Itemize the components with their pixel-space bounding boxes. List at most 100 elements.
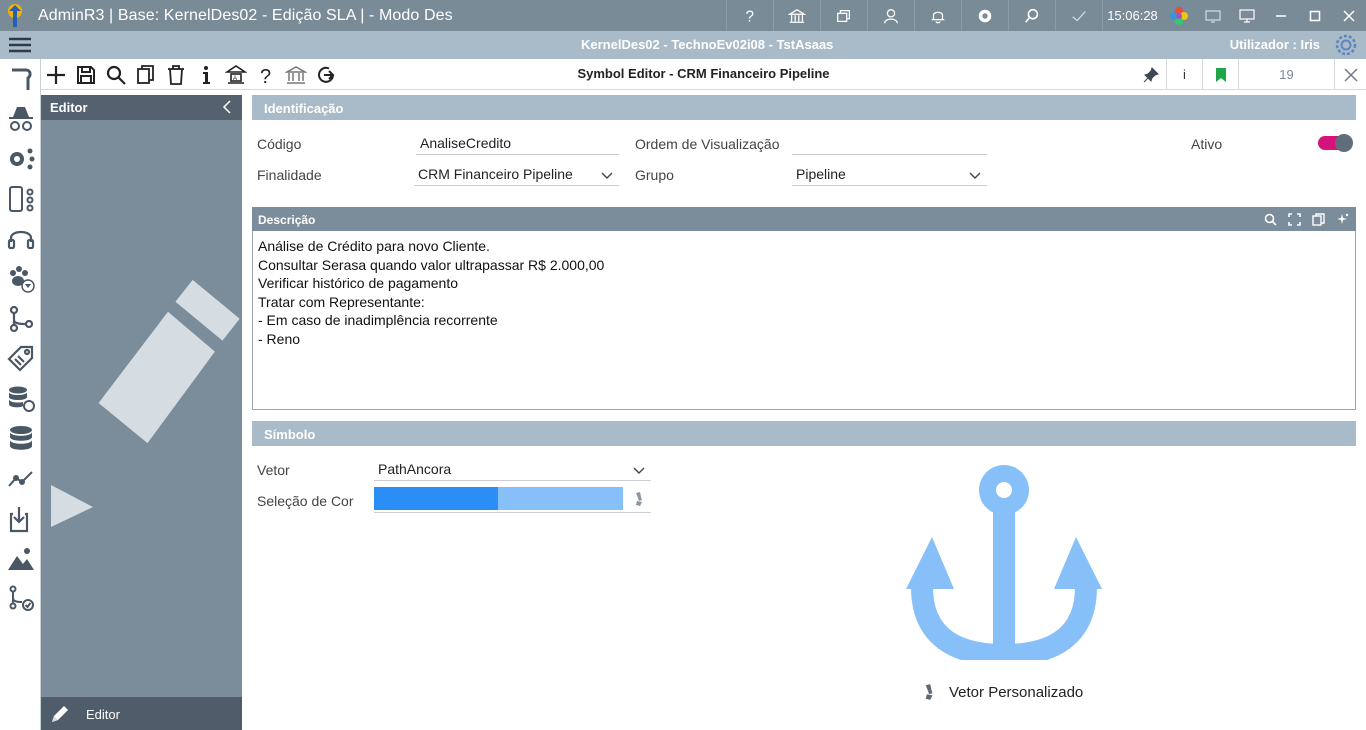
- context-bar: KernelDes02 - TechnoEv02i08 - TstAsaas U…: [0, 31, 1366, 59]
- gears-network-icon[interactable]: [0, 139, 41, 179]
- descricao-line: - Em caso de inadimplência recorrente: [258, 312, 498, 329]
- user-label: Utilizador : Iris: [1229, 37, 1320, 52]
- flow-approve-icon[interactable]: [0, 579, 41, 619]
- grupo-select[interactable]: Pipeline: [792, 162, 987, 186]
- color-wheel-icon[interactable]: [1162, 0, 1196, 31]
- editor-form: Identificação Código AnaliseCredito Orde…: [252, 95, 1356, 730]
- editor-side-panel: Editor Editor: [41, 95, 242, 730]
- color-selector[interactable]: [374, 487, 651, 513]
- bookmark-icon[interactable]: [1202, 59, 1238, 90]
- expand-icon[interactable]: [1286, 211, 1302, 227]
- ordem-label: Ordem de Visualização: [635, 136, 780, 152]
- descricao-line: Análise de Crédito para novo Cliente.: [258, 238, 490, 254]
- chevron-down-icon: [969, 168, 981, 179]
- image-mountain-icon[interactable]: [0, 539, 41, 579]
- custom-vector-button[interactable]: Vetor Personalizado: [919, 683, 1083, 701]
- side-panel-footer-label: Editor: [86, 707, 120, 722]
- mobile-share-icon[interactable]: [0, 179, 41, 219]
- collapse-chevron-icon[interactable]: [222, 100, 232, 114]
- tags-icon[interactable]: [0, 339, 41, 379]
- pipe-module-icon[interactable]: [0, 59, 41, 99]
- bell-icon[interactable]: [914, 0, 961, 31]
- paint-brush-icon[interactable]: [630, 491, 646, 507]
- minimize-button[interactable]: [1264, 0, 1298, 31]
- primary-color-swatch[interactable]: [374, 487, 498, 510]
- custom-vector-label: Vetor Personalizado: [949, 683, 1084, 701]
- spy-module-icon[interactable]: [0, 99, 41, 139]
- import-icon[interactable]: [0, 499, 41, 539]
- windows-icon[interactable]: [820, 0, 867, 31]
- chevron-down-icon: [633, 463, 645, 474]
- side-panel-footer[interactable]: Editor: [41, 697, 242, 730]
- svg-text:?: ?: [746, 8, 755, 25]
- help-question-icon[interactable]: ?: [254, 63, 278, 87]
- context-label: KernelDes02 - TechnoEv02i08 - TstAsaas: [581, 37, 834, 52]
- pencil-icon: [49, 703, 71, 725]
- tablet-icon[interactable]: [1196, 0, 1230, 31]
- search-icon[interactable]: [104, 63, 128, 87]
- flow-branch-icon[interactable]: [0, 299, 41, 339]
- paint-brush-icon: [925, 684, 933, 700]
- descricao-header: Descrição: [252, 207, 1356, 231]
- codigo-field[interactable]: AnaliseCredito: [416, 131, 619, 155]
- finalidade-select[interactable]: CRM Financeiro Pipeline: [414, 162, 619, 186]
- editor-toolbar: A ? Symbol Editor - CRM Financeiro Pipel…: [41, 59, 1366, 90]
- descricao-line: Tratar com Representante:: [258, 293, 425, 310]
- bank-tag-icon[interactable]: A: [224, 63, 248, 87]
- search-refresh-icon[interactable]: [1008, 0, 1055, 31]
- maximize-button[interactable]: [1298, 0, 1332, 31]
- pencil-watermark-icon: [41, 265, 242, 545]
- institution-icon[interactable]: [284, 63, 308, 87]
- database-icon[interactable]: [0, 419, 41, 459]
- close-window-button[interactable]: [1332, 0, 1366, 31]
- monitor-icon[interactable]: [1230, 0, 1264, 31]
- delete-icon[interactable]: [164, 63, 188, 87]
- copy-icon[interactable]: [134, 63, 158, 87]
- settings-gear-icon[interactable]: [961, 0, 1008, 31]
- module-rail: [0, 59, 41, 730]
- app-logo-icon: [0, 0, 30, 31]
- finalidade-label: Finalidade: [257, 167, 322, 183]
- vetor-select[interactable]: PathAncora: [374, 457, 651, 481]
- check-icon[interactable]: [1055, 0, 1102, 31]
- pin-icon[interactable]: [1136, 59, 1166, 90]
- info-icon[interactable]: [194, 63, 218, 87]
- secondary-color-swatch[interactable]: [498, 487, 623, 510]
- anchor-preview-icon: [904, 465, 1104, 667]
- identificacao-header: Identificação: [252, 95, 1356, 120]
- paw-filter-icon[interactable]: [0, 259, 41, 299]
- codigo-label: Código: [257, 136, 302, 152]
- side-panel-header: Editor: [41, 95, 242, 120]
- grupo-label: Grupo: [635, 167, 674, 183]
- redirect-icon[interactable]: [314, 63, 338, 87]
- user-icon[interactable]: [867, 0, 914, 31]
- record-counter: 19: [1238, 59, 1334, 90]
- help-icon[interactable]: ?: [726, 0, 773, 31]
- save-icon[interactable]: [74, 63, 98, 87]
- chevron-down-icon: [601, 168, 613, 179]
- bank-icon[interactable]: [773, 0, 820, 31]
- sparkle-icon[interactable]: [1334, 211, 1350, 227]
- clock-display: 15:06:28: [1102, 0, 1162, 31]
- trend-line-icon[interactable]: [0, 459, 41, 499]
- hamburger-menu-icon[interactable]: [8, 36, 32, 54]
- ativo-toggle[interactable]: [1318, 133, 1354, 153]
- user-settings-gear-icon[interactable]: [1334, 34, 1358, 56]
- cor-label: Seleção de Cor: [257, 493, 354, 509]
- grupo-value: Pipeline: [796, 166, 846, 182]
- database-sync-icon[interactable]: [0, 379, 41, 419]
- info-toggle-button[interactable]: i: [1166, 59, 1202, 90]
- svg-text:A: A: [233, 76, 237, 82]
- add-icon[interactable]: [44, 63, 68, 87]
- close-editor-button[interactable]: [1334, 59, 1366, 90]
- descricao-textarea[interactable]: Análise de Crédito para novo Cliente. Co…: [252, 231, 1356, 410]
- ordem-field[interactable]: [792, 131, 987, 155]
- side-panel-title: Editor: [50, 100, 88, 115]
- descricao-line: - Reno: [258, 330, 301, 347]
- search-icon[interactable]: [1262, 211, 1278, 227]
- descricao-title: Descrição: [258, 213, 316, 227]
- descricao-line: Consultar Serasa quando valor ultrapassa…: [258, 256, 605, 273]
- descricao-line: Verificar histórico de pagamento: [258, 275, 458, 292]
- copy-icon[interactable]: [1310, 211, 1326, 227]
- headset-icon[interactable]: [0, 219, 41, 259]
